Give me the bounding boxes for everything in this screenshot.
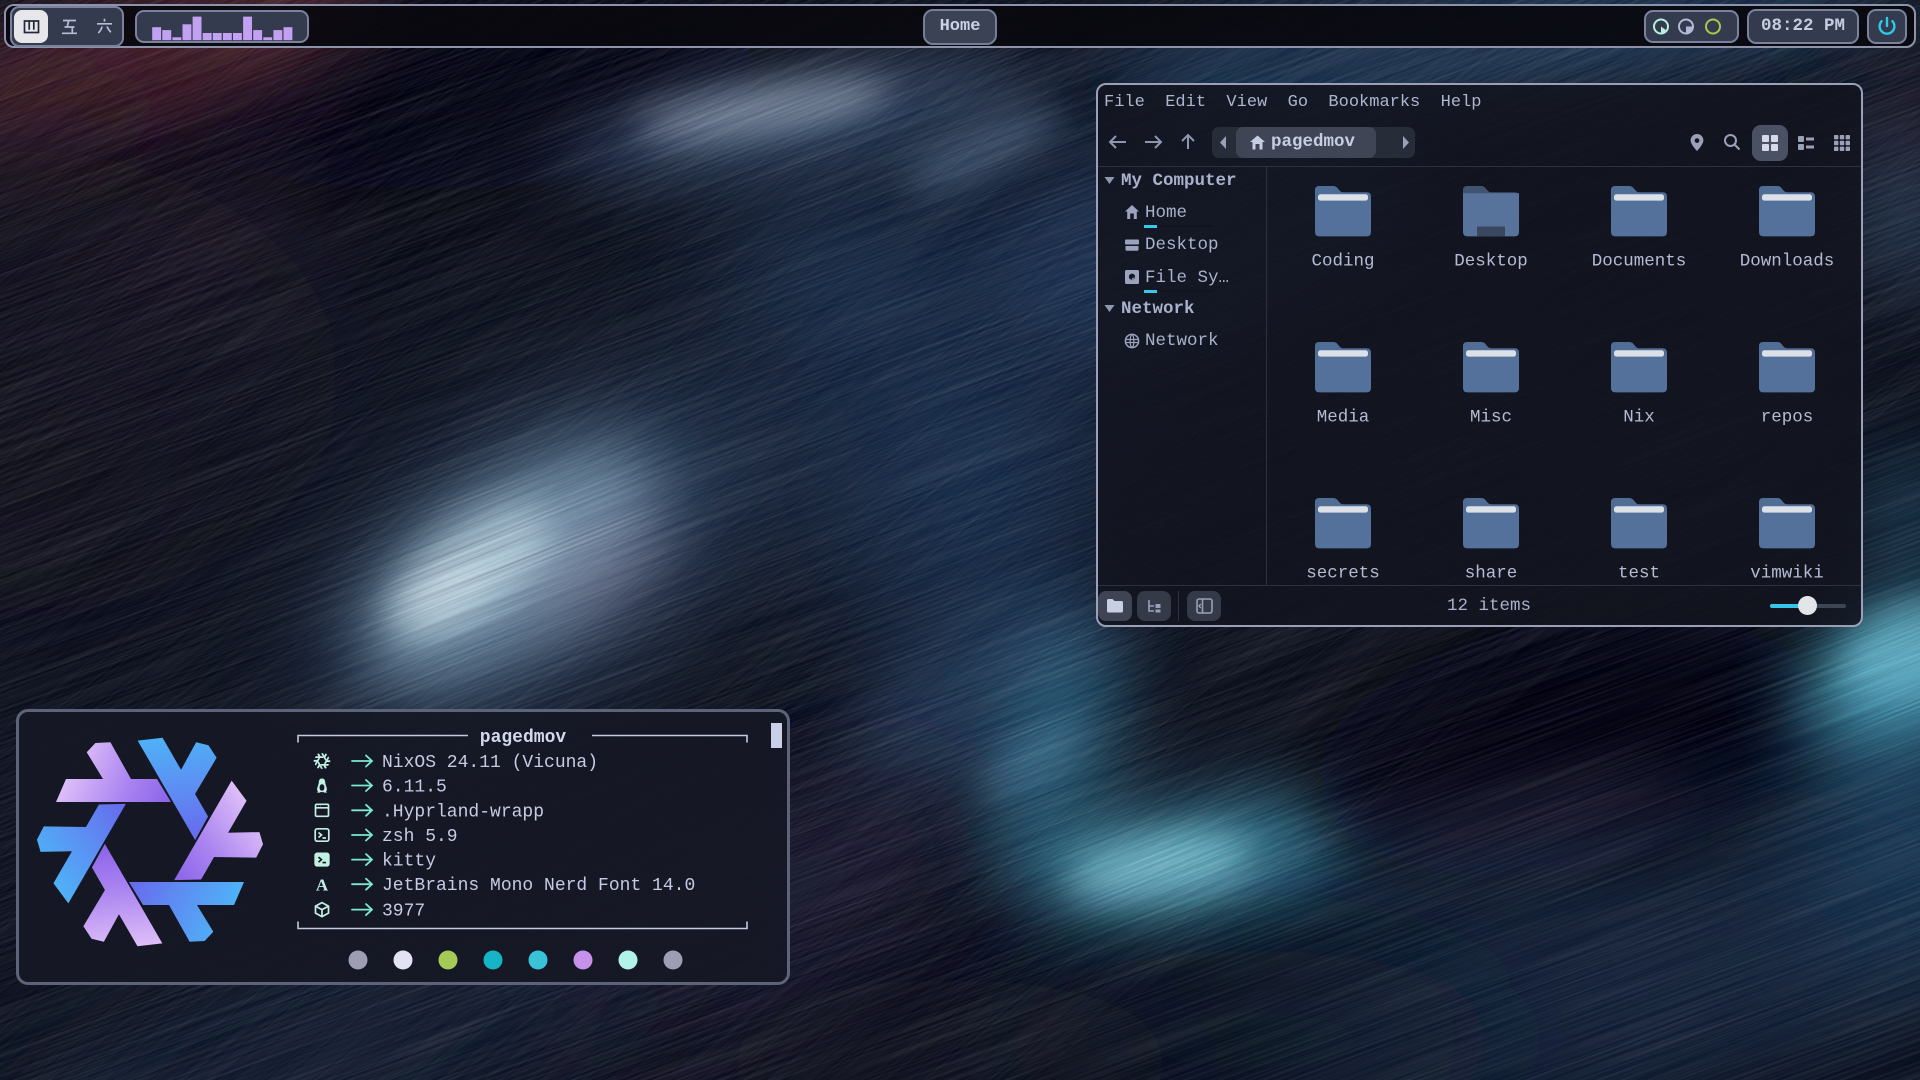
svg-text:secrets: secrets	[1306, 564, 1380, 584]
svg-text:Media: Media	[1317, 408, 1370, 428]
svg-text:Coding: Coding	[1311, 252, 1374, 272]
svg-text:kitty: kitty	[382, 852, 436, 872]
svg-text:6.11.5: 6.11.5	[382, 778, 447, 798]
svg-text:A: A	[316, 876, 329, 895]
svg-text:share: share	[1465, 564, 1518, 584]
svg-text:.Hyprland-wrapp: .Hyprland-wrapp	[382, 802, 544, 822]
svg-text:Misc: Misc	[1470, 408, 1512, 428]
svg-text:Documents: Documents	[1592, 252, 1687, 272]
svg-text:3977: 3977	[382, 902, 425, 922]
svg-text:zsh 5.9: zsh 5.9	[382, 827, 458, 847]
svg-text:test: test	[1618, 564, 1660, 584]
svg-text:NixOS 24.11 (Vicuna): NixOS 24.11 (Vicuna)	[382, 753, 598, 773]
svg-text:Desktop: Desktop	[1454, 252, 1528, 272]
svg-text:Nix: Nix	[1623, 408, 1655, 428]
svg-text:pagedmov: pagedmov	[480, 728, 567, 748]
svg-text:Downloads: Downloads	[1740, 252, 1835, 272]
svg-text:JetBrains Mono Nerd Font 14.0: JetBrains Mono Nerd Font 14.0	[382, 876, 695, 896]
svg-text:repos: repos	[1761, 408, 1814, 428]
svg-text:vimwiki: vimwiki	[1750, 564, 1824, 584]
